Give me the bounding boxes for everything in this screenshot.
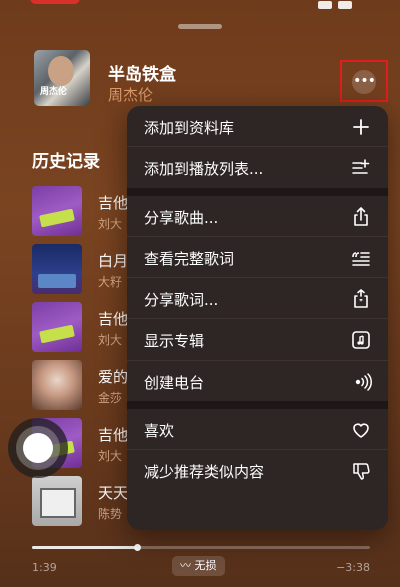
history-artwork xyxy=(32,476,82,526)
history-item-artist: 刘大 xyxy=(98,333,123,347)
history-artwork xyxy=(32,360,82,410)
svg-text:❞: ❞ xyxy=(359,298,363,306)
history-item-title: 白月 xyxy=(98,252,129,270)
album-icon xyxy=(350,329,372,351)
lossless-icon: 〰 xyxy=(180,559,195,572)
remaining-time: −3:38 xyxy=(336,561,370,574)
more-options-button[interactable]: ••• xyxy=(352,70,376,94)
share-icon xyxy=(350,206,372,228)
menu-item-label: 创建电台 xyxy=(144,374,205,392)
menu-item-label: 添加到播放列表... xyxy=(144,160,264,178)
share-lyrics-icon: ❞ xyxy=(350,288,372,310)
radio-icon xyxy=(350,371,372,393)
history-item-artist: 金莎 xyxy=(98,391,123,405)
artwork-text: 周杰伦 xyxy=(40,87,68,97)
history-artwork xyxy=(32,244,82,294)
history-item-title: 天天 xyxy=(98,484,129,502)
lossless-label: 无损 xyxy=(194,559,217,572)
menu-item-label: 添加到资料库 xyxy=(144,119,235,137)
context-menu: 添加到资料库 添加到播放列表... 分享歌曲... 查看完整歌词 分享歌词...… xyxy=(127,106,388,530)
history-item-artist: 大籽 xyxy=(98,275,123,289)
elapsed-time: 1:39 xyxy=(32,561,57,574)
menu-item-share-lyrics[interactable]: 分享歌词... ❞ xyxy=(127,278,388,319)
menu-item-love[interactable]: 喜欢 xyxy=(127,409,388,450)
history-item-artist: 刘大 xyxy=(98,449,123,463)
assistive-touch-button[interactable] xyxy=(8,418,68,478)
menu-separator xyxy=(127,188,388,196)
menu-separator xyxy=(127,401,388,409)
menu-item-add-to-playlist[interactable]: 添加到播放列表... xyxy=(127,147,388,188)
menu-item-view-lyrics[interactable]: 查看完整歌词 xyxy=(127,237,388,278)
menu-item-label: 分享歌曲... xyxy=(144,209,219,227)
lyrics-icon xyxy=(350,247,372,269)
menu-item-label: 喜欢 xyxy=(144,422,175,440)
menu-item-share-song[interactable]: 分享歌曲... xyxy=(127,196,388,237)
menu-item-add-to-library[interactable]: 添加到资料库 xyxy=(127,106,388,147)
menu-item-show-album[interactable]: 显示专辑 xyxy=(127,319,388,360)
history-item-artist: 陈势 xyxy=(98,507,123,521)
menu-item-suggest-less[interactable]: 减少推荐类似内容 xyxy=(127,450,388,491)
progress-knob[interactable] xyxy=(133,544,141,551)
sheet-grabber[interactable] xyxy=(178,24,222,29)
heart-icon xyxy=(350,419,372,441)
history-item-title: 爱的 xyxy=(98,368,129,386)
history-artwork xyxy=(32,302,82,352)
lossless-badge[interactable]: 〰 无损 xyxy=(172,556,225,576)
thumbs-down-icon xyxy=(350,460,372,482)
progress-fill xyxy=(32,546,137,549)
now-playing-artwork: 周杰伦 xyxy=(34,50,90,106)
history-item-title: 吉他 xyxy=(98,310,129,328)
menu-item-create-station[interactable]: 创建电台 xyxy=(127,360,388,401)
more-options-highlight: ••• xyxy=(340,60,388,102)
history-heading: 历史记录 xyxy=(32,152,100,172)
status-bar-icons xyxy=(312,0,372,9)
history-item-title: 吉他 xyxy=(98,194,129,212)
plus-icon xyxy=(350,116,372,138)
menu-item-label: 减少推荐类似内容 xyxy=(144,463,265,481)
menu-item-label: 查看完整歌词 xyxy=(144,250,235,268)
history-item-artist: 刘大 xyxy=(98,217,123,231)
progress-bar[interactable] xyxy=(32,544,370,551)
now-playing-title: 半岛铁盒 xyxy=(108,65,176,85)
history-item-title: 吉他 xyxy=(98,426,129,444)
menu-item-label: 分享歌词... xyxy=(144,291,219,309)
status-indicator xyxy=(30,0,80,4)
add-to-playlist-icon xyxy=(350,157,372,179)
menu-item-label: 显示专辑 xyxy=(144,332,205,350)
history-artwork xyxy=(32,186,82,236)
now-playing-artist[interactable]: 周杰伦 xyxy=(108,84,153,105)
